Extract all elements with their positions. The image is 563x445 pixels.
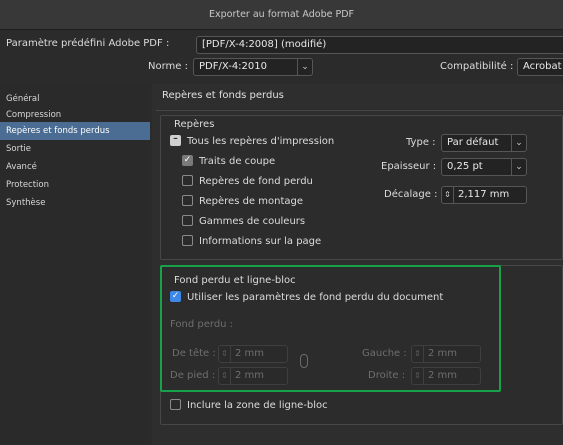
highlight-box xyxy=(160,265,501,392)
chevron-down-icon: ⌄ xyxy=(297,59,312,75)
type-dropdown[interactable]: Par défaut ⌄ xyxy=(441,134,527,152)
color-bars-label: Gammes de couleurs xyxy=(199,216,306,227)
page-info-checkbox[interactable]: Informations sur la page xyxy=(182,235,321,249)
preset-value: [PDF/X-4:2008] (modifié) xyxy=(202,39,327,50)
compat-dropdown[interactable]: Acrobat xyxy=(517,58,563,76)
compat-value: Acrobat xyxy=(523,61,562,72)
sidebar: Général Compression Repères et fonds per… xyxy=(0,84,150,445)
registration-marks-checkbox[interactable]: Repères de montage xyxy=(182,195,303,209)
page-info-label: Informations sur la page xyxy=(199,236,322,247)
window-title: Exporter au format Adobe PDF xyxy=(0,0,563,30)
type-label: Type : xyxy=(406,137,436,148)
compat-label: Compatibilité : xyxy=(440,61,514,72)
crop-marks-checkbox[interactable]: ✓ Traits de coupe xyxy=(182,155,275,169)
slug-checkbox[interactable]: Inclure la zone de ligne-bloc xyxy=(170,399,328,413)
type-value: Par défaut xyxy=(447,137,499,148)
all-marks-label: Tous les repères d'impression xyxy=(187,136,335,147)
marks-group-title: Repères xyxy=(174,119,215,130)
sidebar-item-summary[interactable]: Synthèse xyxy=(0,194,150,212)
registration-marks-label: Repères de montage xyxy=(199,196,304,207)
stepper-icon[interactable]: ⇕ xyxy=(442,187,454,203)
chevron-down-icon: ⌄ xyxy=(511,159,526,175)
checkbox-mixed-icon: – xyxy=(170,134,181,146)
weight-dropdown[interactable]: 0,25 pt ⌄ xyxy=(441,158,527,176)
offset-label: Décalage : xyxy=(384,189,438,200)
slug-label: Inclure la zone de ligne-bloc xyxy=(187,400,328,411)
sidebar-item-security[interactable]: Protection xyxy=(0,176,150,194)
norme-dropdown[interactable]: PDF/X-4:2010 ⌄ xyxy=(193,58,313,76)
chevron-down-icon: ⌄ xyxy=(511,135,526,151)
checkmark-icon: ✓ xyxy=(182,155,193,166)
sidebar-item-marks-and-bleeds[interactable]: Repères et fonds perdus xyxy=(0,122,150,140)
sidebar-item-advanced[interactable]: Avancé xyxy=(0,158,150,176)
weight-value: 0,25 pt xyxy=(447,161,483,172)
sidebar-item-output[interactable]: Sortie xyxy=(0,140,150,158)
section-title: Repères et fonds perdus xyxy=(162,90,284,101)
weight-label: Epaisseur : xyxy=(381,161,437,172)
preset-dropdown[interactable]: [PDF/X-4:2008] (modifié) xyxy=(196,36,563,54)
divider xyxy=(156,110,563,111)
preset-label: Paramètre prédéfini Adobe PDF : xyxy=(6,38,170,49)
bleed-marks-checkbox[interactable]: Repères de fond perdu xyxy=(182,175,313,189)
norme-value: PDF/X-4:2010 xyxy=(199,61,267,72)
offset-field[interactable]: ⇕ 2,117 mm xyxy=(441,186,527,204)
norme-label: Norme : xyxy=(148,61,188,72)
all-marks-checkbox[interactable]: – Tous les repères d'impression xyxy=(170,134,335,149)
crop-marks-label: Traits de coupe xyxy=(199,156,276,167)
offset-value: 2,117 mm xyxy=(458,189,510,200)
color-bars-checkbox[interactable]: Gammes de couleurs xyxy=(182,215,305,229)
bleed-marks-label: Repères de fond perdu xyxy=(199,176,313,187)
